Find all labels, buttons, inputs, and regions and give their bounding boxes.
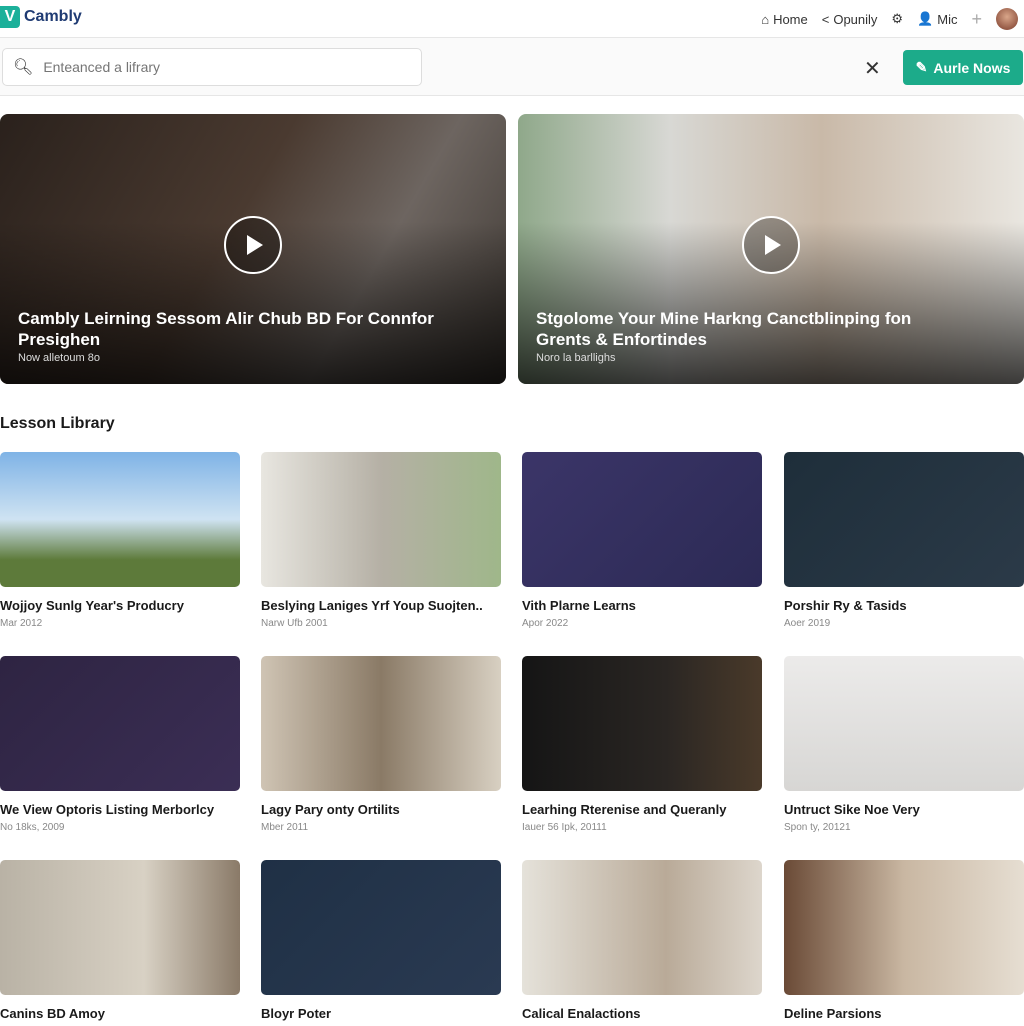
lesson-date: Spon ty, 20121 xyxy=(784,822,851,833)
cta-button[interactable]: ✎ Aurle Nows xyxy=(903,50,1023,85)
gear-icon: ⚙ xyxy=(891,11,904,26)
add-button[interactable]: + xyxy=(971,9,982,30)
home-icon: ⌂ xyxy=(761,11,770,27)
featured-card[interactable]: Stgolome Your Mine Harkng Canctblinping … xyxy=(518,114,1024,384)
lesson-title[interactable]: We View Optoris Listing Merborlcy xyxy=(0,802,240,817)
top-nav: V Cambly ⌂ Home < Opunily ⚙ 👤 Mic + xyxy=(0,0,1024,38)
lesson-card[interactable]: Lagy Pary onty Ortilits Mber 2011 xyxy=(261,656,501,833)
lesson-thumbnail[interactable] xyxy=(261,452,501,587)
search-icon: 🔍︎ xyxy=(13,59,34,76)
lesson-card[interactable]: Porshir Ry & Tasids Aoer 2019 xyxy=(784,452,1024,629)
lesson-date: Narw Ufb 2001 xyxy=(261,618,328,629)
lesson-title[interactable]: Beslying Laniges Yrf Youp Suojten.. xyxy=(261,598,501,613)
featured-card[interactable]: Cambly Leirning Sessom Alir Chub BD For … xyxy=(0,114,506,384)
nav-community[interactable]: < Opunily xyxy=(822,12,878,27)
plus-icon: + xyxy=(971,8,982,29)
search-input[interactable] xyxy=(43,59,404,75)
lesson-card[interactable]: Wojjoy Sunlg Year's Producry Mar 2012 xyxy=(0,452,240,629)
lesson-title[interactable]: Wojjoy Sunlg Year's Producry xyxy=(0,598,240,613)
toolbar: 🔍︎ ✕ ✎Aurle Nows xyxy=(0,38,1024,96)
settings-button[interactable]: ⚙ xyxy=(891,11,903,27)
lesson-date: No 18ks, 2009 xyxy=(0,822,65,833)
play-icon[interactable] xyxy=(742,216,800,274)
logo-icon: V xyxy=(0,6,20,28)
lesson-thumbnail[interactable] xyxy=(0,860,240,995)
lesson-title[interactable]: Bloyr Poter xyxy=(261,1006,501,1021)
lesson-thumbnail[interactable] xyxy=(261,860,501,995)
search-box[interactable]: 🔍︎ xyxy=(2,48,422,86)
lesson-date: Mar 2012 xyxy=(0,618,43,629)
nav-home[interactable]: ⌂ Home xyxy=(761,12,808,27)
lesson-title[interactable]: Learhing Rterenise and Queranly xyxy=(522,802,762,817)
lesson-thumbnail[interactable] xyxy=(784,860,1024,995)
lesson-card[interactable]: Deline Parsions xyxy=(784,860,1024,1026)
lesson-thumbnail[interactable] xyxy=(522,656,762,791)
lesson-thumbnail[interactable] xyxy=(0,452,240,587)
lesson-thumbnail[interactable] xyxy=(522,452,762,587)
lesson-card[interactable]: Bloyr Poter xyxy=(261,860,501,1026)
lesson-title[interactable]: Untruct Sike Noe Very xyxy=(784,802,1024,817)
lesson-title[interactable]: Canins BD Amoy xyxy=(0,1006,240,1021)
lesson-card[interactable]: Untruct Sike Noe Very Spon ty, 20121 xyxy=(784,656,1024,833)
lesson-thumbnail[interactable] xyxy=(522,860,762,995)
lesson-card[interactable]: Canins BD Amoy xyxy=(0,860,240,1026)
lesson-card[interactable]: We View Optoris Listing Merborlcy No 18ks… xyxy=(0,656,240,833)
nav-profile[interactable]: 👤 Mic xyxy=(917,11,957,27)
logo[interactable]: V Cambly xyxy=(0,6,82,28)
avatar[interactable] xyxy=(996,8,1018,30)
lesson-card[interactable]: Beslying Laniges Yrf Youp Suojten.. Narw … xyxy=(261,452,501,629)
lesson-title[interactable]: Calical Enalactions xyxy=(522,1006,762,1021)
lesson-thumbnail[interactable] xyxy=(784,656,1024,791)
lesson-title[interactable]: Lagy Pary onty Ortilits xyxy=(261,802,501,817)
pin-icon: ✎ xyxy=(915,59,928,75)
lesson-date: Apor 2022 xyxy=(522,618,569,629)
lesson-title[interactable]: Vith Plarne Learns xyxy=(522,598,762,613)
user-icon: 👤 xyxy=(917,11,934,26)
lesson-date: Mber 2011 xyxy=(261,822,309,833)
lesson-title[interactable]: Deline Parsions xyxy=(784,1006,1024,1021)
lesson-thumbnail[interactable] xyxy=(0,656,240,791)
share-icon: < xyxy=(821,11,830,27)
close-icon[interactable]: ✕ xyxy=(864,56,881,81)
play-icon[interactable] xyxy=(224,216,282,274)
lesson-date: Iauer 56 Ipk, 20111 xyxy=(522,822,607,833)
lesson-card[interactable]: Calical Enalactions xyxy=(522,860,762,1026)
lesson-thumbnail[interactable] xyxy=(784,452,1024,587)
lesson-date: Aoer 2019 xyxy=(784,618,831,629)
section-title: Lesson Library xyxy=(0,415,115,432)
lesson-card[interactable]: Vith Plarne Learns Apor 2022 xyxy=(522,452,762,629)
lesson-thumbnail[interactable] xyxy=(261,656,501,791)
lesson-card[interactable]: Learhing Rterenise and Queranly Iauer 56 … xyxy=(522,656,762,833)
lesson-title[interactable]: Porshir Ry & Tasids xyxy=(784,598,1024,613)
